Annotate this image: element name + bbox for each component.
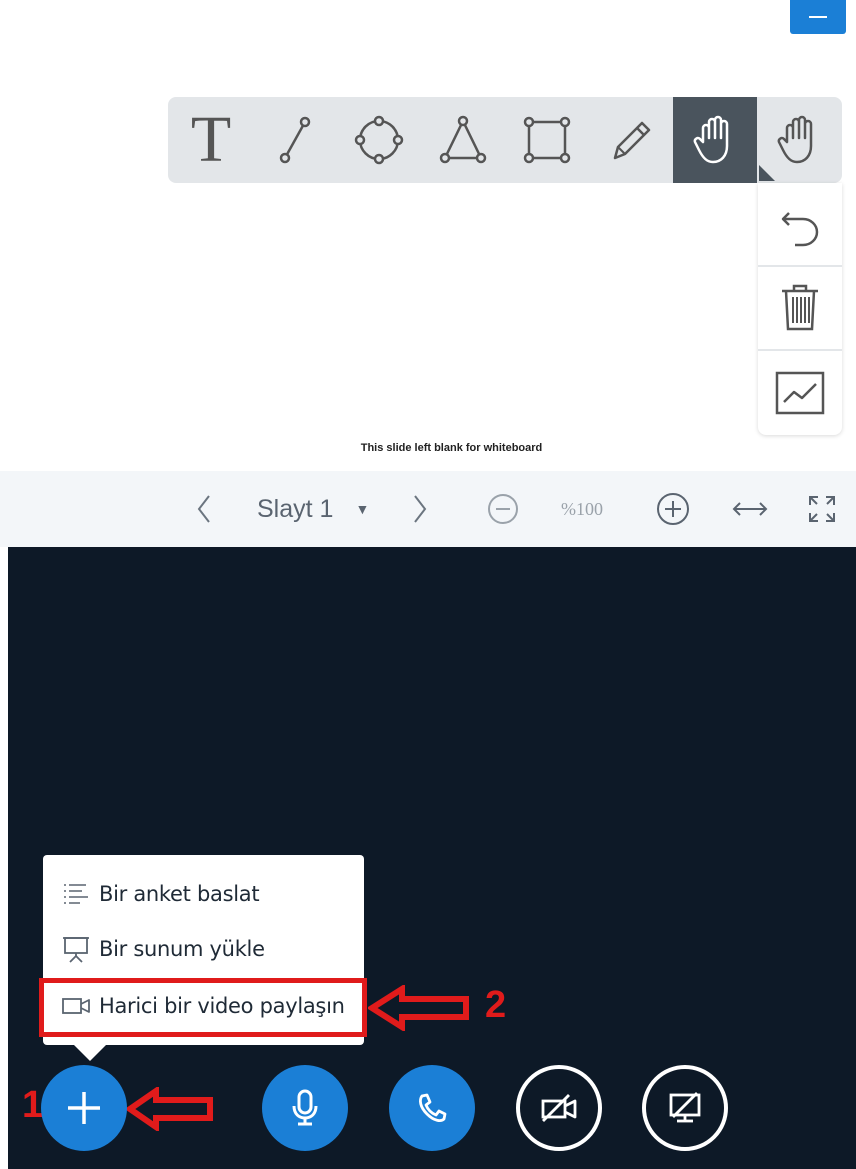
triangle-tool-button[interactable]	[421, 97, 505, 183]
upload-presentation-label: Bir sunum yükle	[99, 937, 265, 961]
chevron-left-icon	[197, 495, 210, 523]
undo-button[interactable]	[758, 183, 842, 267]
actions-button[interactable]	[41, 1065, 127, 1151]
screen-share-off-icon	[669, 1092, 701, 1123]
start-poll-label: Bir anket baslat	[99, 882, 260, 906]
minimize-icon	[809, 16, 827, 18]
clear-button[interactable]	[758, 267, 842, 351]
dropdown-caret-icon: ▼	[355, 501, 370, 517]
text-tool-icon: T	[190, 103, 232, 176]
rectangle-tool-button[interactable]	[505, 97, 589, 183]
undo-icon	[781, 212, 819, 247]
zoom-out-button[interactable]	[486, 471, 520, 547]
triangle-tool-icon	[439, 115, 487, 164]
rectangle-tool-icon	[523, 116, 571, 164]
pencil-tool-button[interactable]	[589, 97, 673, 183]
zoom-in-button[interactable]	[655, 471, 691, 547]
next-slide-button[interactable]	[412, 471, 436, 547]
poll-icon	[64, 884, 88, 904]
submenu-corner-icon	[759, 165, 775, 181]
annotation-highlight-box	[39, 978, 367, 1037]
text-tool-button[interactable]: T	[169, 97, 253, 183]
line-tool-icon	[279, 116, 311, 164]
fullscreen-button[interactable]	[806, 471, 838, 547]
prev-slide-button[interactable]	[196, 471, 220, 547]
annotation-arrow-1	[126, 1087, 213, 1131]
fit-width-icon	[732, 502, 768, 516]
presentation-icon	[63, 937, 89, 963]
start-poll-item[interactable]: Bir anket baslat	[43, 867, 364, 921]
hand-tool-button[interactable]	[673, 97, 757, 183]
video-off-icon	[541, 1094, 577, 1122]
line-tool-button[interactable]	[253, 97, 337, 183]
annotation-label-2: 2	[485, 984, 507, 1026]
zoom-out-icon	[488, 494, 518, 524]
upload-presentation-item[interactable]: Bir sunum yükle	[43, 922, 364, 976]
audio-button[interactable]	[389, 1065, 475, 1151]
annotation-label-1: 1	[22, 1084, 44, 1126]
screenshare-button[interactable]	[642, 1065, 728, 1151]
whiteboard-blank-text: This slide left blank for whiteboard	[360, 442, 543, 454]
ellipse-tool-icon	[354, 115, 404, 165]
fit-width-button[interactable]	[731, 471, 769, 547]
chart-icon	[775, 371, 825, 415]
zoom-in-icon	[657, 493, 689, 525]
whiteboard-toolbar: T	[168, 97, 842, 183]
multi-user-button[interactable]	[758, 351, 842, 435]
hand-menu-button[interactable]	[757, 97, 841, 183]
fullscreen-icon	[809, 496, 835, 522]
webcam-button[interactable]	[516, 1065, 602, 1151]
trash-icon	[782, 284, 818, 331]
microphone-button[interactable]	[262, 1065, 348, 1151]
slide-label: Slayt 1	[257, 494, 334, 523]
phone-icon	[419, 1093, 447, 1122]
annotation-arrow-2	[368, 985, 469, 1031]
presentation-navbar: Slayt 1 ▼ %100	[0, 471, 856, 547]
actions-menu-caret	[72, 1043, 108, 1061]
slide-select[interactable]: Slayt 1 ▼	[257, 471, 369, 547]
microphone-icon	[292, 1089, 318, 1126]
hand-icon	[777, 115, 813, 164]
plus-icon	[68, 1092, 100, 1124]
hand-tool-icon	[693, 115, 729, 164]
chevron-right-icon	[414, 495, 427, 523]
zoom-level: %100	[561, 498, 603, 519]
pencil-tool-icon	[613, 121, 651, 160]
whiteboard-side-panel	[758, 183, 842, 435]
minimize-button[interactable]	[790, 0, 846, 34]
ellipse-tool-button[interactable]	[337, 97, 421, 183]
